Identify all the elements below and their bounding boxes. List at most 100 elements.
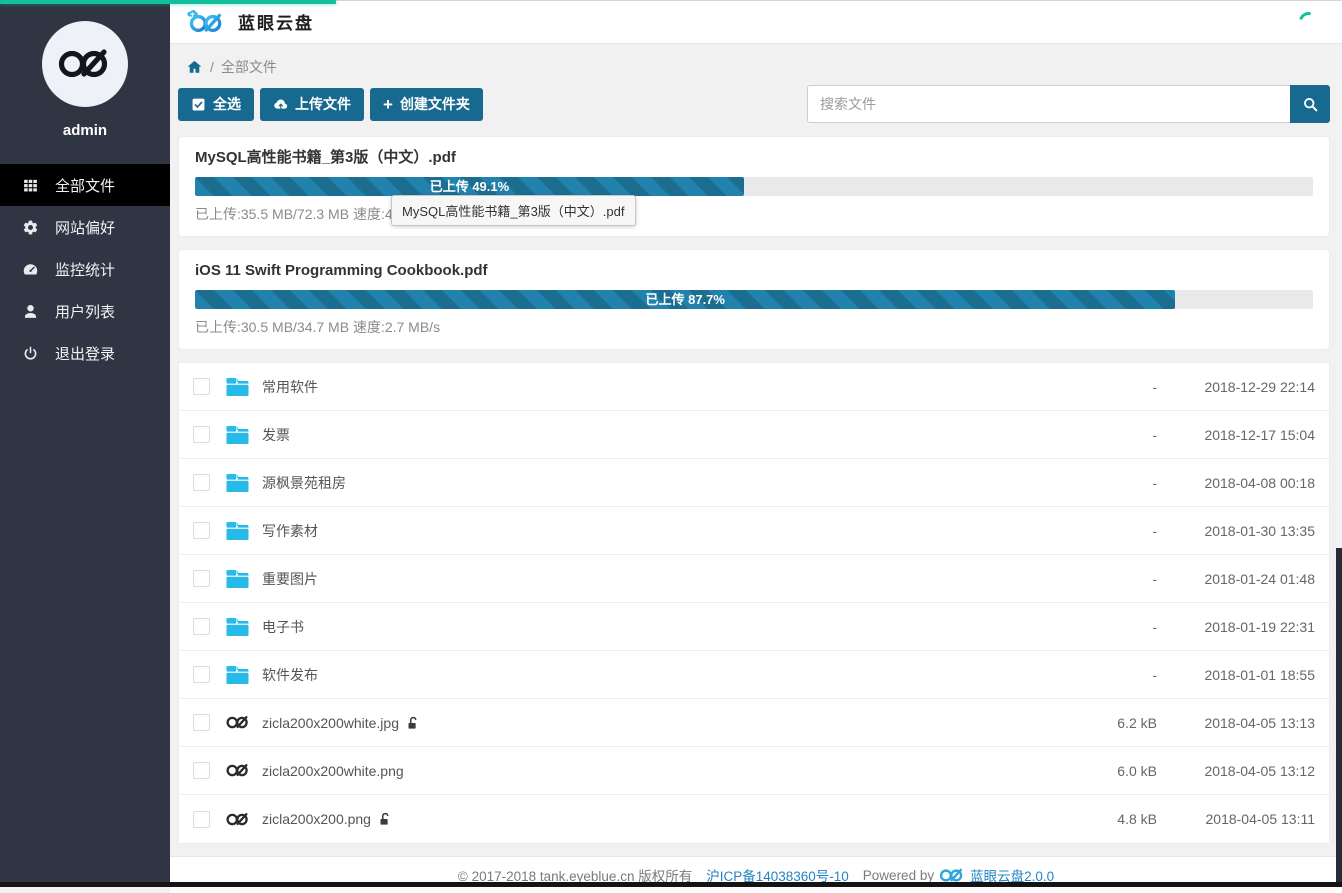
sidebar-item-all-files[interactable]: 全部文件 <box>0 164 170 206</box>
folder-icon <box>225 616 252 637</box>
file-size: - <box>1017 667 1157 683</box>
check-square-icon <box>191 97 206 112</box>
sidebar-item-site-preferences[interactable]: 网站偏好 <box>0 206 170 248</box>
folder-icon <box>225 424 252 445</box>
sidebar-item-logout[interactable]: 退出登录 <box>0 332 170 374</box>
sidebar-item-monitoring-stats[interactable]: 监控统计 <box>0 248 170 290</box>
sidebar-item-user-list[interactable]: 用户列表 <box>0 290 170 332</box>
folder-icon <box>225 472 252 493</box>
table-row[interactable]: zicla200x200.png 4.8 kB 2018-04-05 13:11 <box>179 795 1329 843</box>
upload-stats: 已上传:30.5 MB/34.7 MB 速度:2.7 MB/s <box>195 319 1313 335</box>
upload-card: iOS 11 Swift Programming Cookbook.pdf 已上… <box>178 249 1330 350</box>
progress-track: 已上传 87.7% <box>195 290 1313 309</box>
cloud-upload-icon <box>273 97 288 112</box>
breadcrumb-current: 全部文件 <box>221 57 277 77</box>
loading-spinner <box>1296 9 1322 35</box>
file-name[interactable]: zicla200x200white.jpg <box>262 715 399 731</box>
sidebar-item-label: 全部文件 <box>55 175 115 196</box>
file-date: 2018-01-24 01:48 <box>1157 571 1315 587</box>
row-checkbox[interactable] <box>193 522 210 539</box>
file-size: - <box>1017 475 1157 491</box>
select-all-button[interactable]: 全选 <box>178 88 254 121</box>
upload-stats: 已上传:35.5 MB/72.3 MB 速度:4.4 MB/s <box>195 206 1313 222</box>
user-icon <box>22 303 39 320</box>
file-name[interactable]: zicla200x200.png <box>262 811 371 827</box>
filename-tooltip: MySQL高性能书籍_第3版（中文）.pdf <box>391 195 636 226</box>
file-size: 6.0 kB <box>1017 763 1157 779</box>
file-name[interactable]: 电子书 <box>262 617 304 637</box>
gauge-icon <box>22 261 39 278</box>
sidebar: admin 全部文件 网站偏好 监控统计 <box>0 0 170 882</box>
folder-icon <box>225 664 252 685</box>
row-checkbox[interactable] <box>193 474 210 491</box>
upload-card: MySQL高性能书籍_第3版（中文）.pdf 已上传 49.1% 已上传:35.… <box>178 136 1330 237</box>
row-checkbox[interactable] <box>193 714 210 731</box>
avatar[interactable] <box>42 21 128 107</box>
file-date: 2018-01-30 13:35 <box>1157 523 1315 539</box>
app-logo-icon <box>186 8 228 36</box>
scrollbar[interactable] <box>1336 44 1342 882</box>
file-size: - <box>1017 379 1157 395</box>
search-input[interactable] <box>807 85 1291 123</box>
row-checkbox[interactable] <box>193 762 210 779</box>
file-name[interactable]: 常用软件 <box>262 377 318 397</box>
file-name[interactable]: 写作素材 <box>262 521 318 541</box>
footer: © 2017-2018 tank.eyeblue.cn 版权所有 沪ICP备14… <box>170 856 1342 893</box>
file-name[interactable]: zicla200x200white.png <box>262 763 404 779</box>
create-folder-button[interactable]: + 创建文件夹 <box>370 88 483 121</box>
table-row[interactable]: 软件发布 - 2018-01-01 18:55 <box>179 651 1329 699</box>
scrollbar-thumb[interactable] <box>1336 548 1342 882</box>
sidebar-item-label: 监控统计 <box>55 259 115 280</box>
table-row[interactable]: 电子书 - 2018-01-19 22:31 <box>179 603 1329 651</box>
row-checkbox[interactable] <box>193 666 210 683</box>
file-date: 2018-12-29 22:14 <box>1157 379 1315 395</box>
file-name[interactable]: 源枫景苑租房 <box>262 473 346 493</box>
file-size: 4.8 kB <box>1017 811 1157 827</box>
file-date: 2018-12-17 15:04 <box>1157 427 1315 443</box>
table-row[interactable]: 发票 - 2018-12-17 15:04 <box>179 411 1329 459</box>
folder-icon <box>225 568 252 589</box>
power-icon <box>22 345 39 362</box>
row-checkbox[interactable] <box>193 426 210 443</box>
folder-icon <box>225 376 252 397</box>
file-size: - <box>1017 571 1157 587</box>
file-name[interactable]: 发票 <box>262 425 290 445</box>
file-date: 2018-01-19 22:31 <box>1157 619 1315 635</box>
grid-icon <box>22 177 39 194</box>
home-icon[interactable] <box>186 59 203 75</box>
file-date: 2018-04-05 13:11 <box>1157 811 1315 827</box>
breadcrumb-separator: / <box>210 59 214 75</box>
breadcrumb: / 全部文件 <box>178 44 1330 80</box>
table-row[interactable]: 写作素材 - 2018-01-30 13:35 <box>179 507 1329 555</box>
row-checkbox[interactable] <box>193 378 210 395</box>
file-name[interactable]: 重要图片 <box>262 569 318 589</box>
infinity-logo-icon <box>55 47 115 81</box>
sidebar-item-label: 用户列表 <box>55 301 115 322</box>
unlock-icon <box>407 716 419 730</box>
table-row[interactable]: zicla200x200white.jpg 6.2 kB 2018-04-05 … <box>179 699 1329 747</box>
file-thumbnail-icon <box>225 763 252 778</box>
search-icon <box>1302 96 1319 113</box>
file-date: 2018-04-05 13:13 <box>1157 715 1315 731</box>
file-date: 2018-01-01 18:55 <box>1157 667 1315 683</box>
table-row[interactable]: 源枫景苑租房 - 2018-04-08 00:18 <box>179 459 1329 507</box>
file-size: - <box>1017 523 1157 539</box>
table-row[interactable]: 重要图片 - 2018-01-24 01:48 <box>179 555 1329 603</box>
table-row[interactable]: 常用软件 - 2018-12-29 22:14 <box>179 363 1329 411</box>
file-thumbnail-icon <box>225 812 252 827</box>
file-size: - <box>1017 427 1157 443</box>
progress-bar: 已上传 49.1% <box>195 177 744 196</box>
row-checkbox[interactable] <box>193 618 210 635</box>
username: admin <box>0 122 170 139</box>
row-checkbox[interactable] <box>193 570 210 587</box>
table-row[interactable]: zicla200x200white.png 6.0 kB 2018-04-05 … <box>179 747 1329 795</box>
search-button[interactable] <box>1290 85 1330 123</box>
file-size: - <box>1017 619 1157 635</box>
row-checkbox[interactable] <box>193 811 210 828</box>
sidebar-item-label: 退出登录 <box>55 343 115 364</box>
file-name[interactable]: 软件发布 <box>262 665 318 685</box>
loading-bar <box>0 0 336 4</box>
upload-file-button[interactable]: 上传文件 <box>260 88 364 121</box>
unlock-icon <box>379 812 391 826</box>
plus-icon: + <box>383 96 393 113</box>
